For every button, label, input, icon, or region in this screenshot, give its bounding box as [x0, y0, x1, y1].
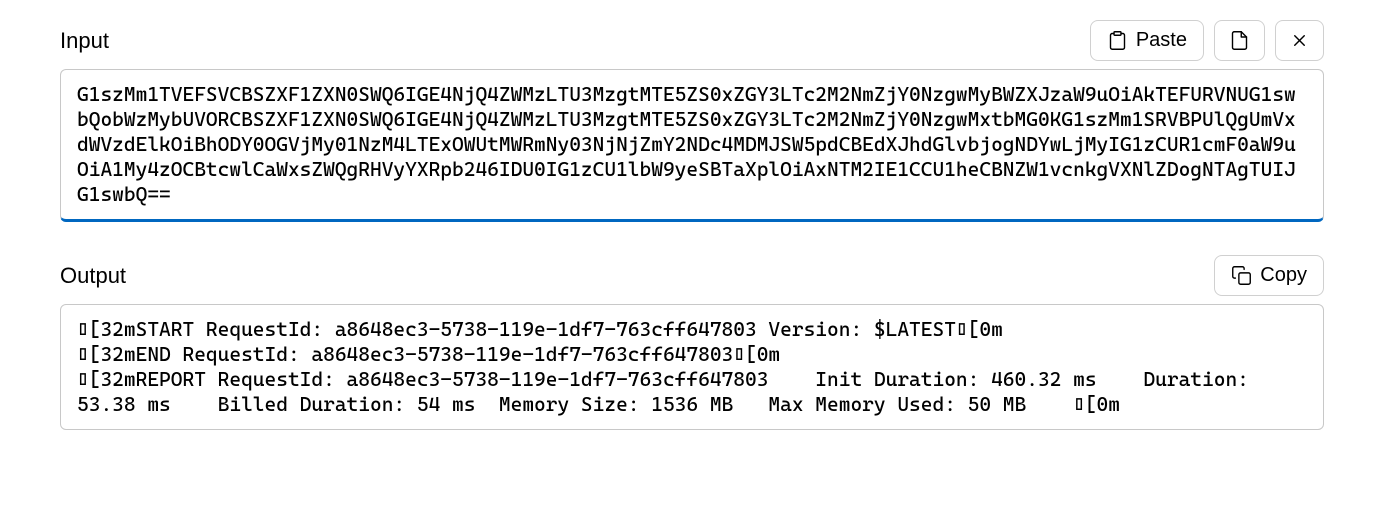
close-icon	[1290, 31, 1309, 50]
paste-button-label: Paste	[1136, 29, 1187, 52]
output-display: ▯[32mSTART RequestId: a8648ec3-5738-119e…	[60, 304, 1324, 430]
file-button[interactable]	[1214, 20, 1265, 61]
file-icon	[1229, 30, 1250, 51]
copy-icon	[1231, 265, 1252, 286]
output-section: Output Copy ▯[32mSTART RequestId: a8648e…	[60, 255, 1324, 430]
output-button-group: Copy	[1214, 255, 1324, 296]
paste-button[interactable]: Paste	[1090, 20, 1204, 61]
input-button-group: Paste	[1090, 20, 1324, 61]
copy-button-label: Copy	[1260, 264, 1307, 287]
clear-button[interactable]	[1275, 20, 1324, 61]
clipboard-paste-icon	[1107, 30, 1128, 51]
input-label: Input	[60, 28, 109, 54]
output-header: Output Copy	[60, 255, 1324, 296]
copy-button[interactable]: Copy	[1214, 255, 1324, 296]
input-section: Input Paste	[60, 20, 1324, 227]
input-textarea[interactable]	[60, 69, 1324, 222]
output-label: Output	[60, 263, 126, 289]
input-header: Input Paste	[60, 20, 1324, 61]
